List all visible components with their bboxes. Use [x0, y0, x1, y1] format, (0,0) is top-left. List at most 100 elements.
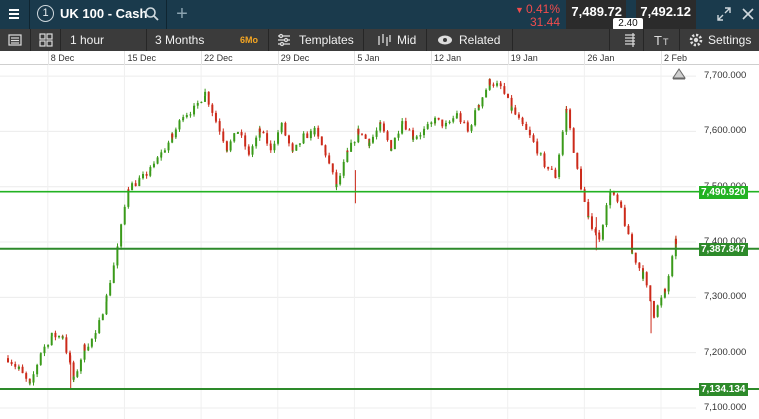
candle-down: [649, 285, 652, 302]
candle-up: [58, 335, 61, 338]
interval-selector[interactable]: 1 hour: [70, 29, 104, 51]
templates-icon[interactable]: [276, 32, 292, 48]
candle-down: [324, 152, 327, 156]
candle-down: [536, 141, 539, 154]
search-icon[interactable]: [144, 6, 160, 22]
candle-down: [262, 131, 265, 134]
toolbar-divider: [679, 29, 680, 51]
candle-up: [156, 157, 159, 164]
close-icon[interactable]: [740, 6, 756, 22]
candle-up: [112, 265, 115, 283]
candle-down: [21, 366, 24, 374]
candle-down: [225, 141, 228, 151]
settings-button[interactable]: Settings: [708, 29, 751, 51]
level-price-tag[interactable]: 7,134.134: [699, 383, 748, 397]
candle-up: [601, 225, 604, 240]
candle-down: [258, 128, 261, 132]
candle-up: [346, 150, 349, 162]
layout-icon[interactable]: [7, 32, 23, 48]
candle-up: [105, 295, 108, 302]
gear-icon[interactable]: [688, 32, 704, 48]
header-divider: [166, 0, 167, 29]
candle-down: [306, 133, 309, 139]
candle-down: [517, 114, 520, 118]
candle-up: [174, 129, 177, 138]
text-size-icon[interactable]: TT: [653, 32, 673, 48]
candle-up: [353, 142, 356, 144]
candle-down: [547, 166, 550, 169]
candle-up: [587, 216, 590, 218]
candle-down: [598, 234, 601, 240]
candle-down: [569, 109, 572, 129]
candle-up: [291, 150, 294, 152]
candle-up: [667, 276, 670, 292]
candle-down: [631, 234, 634, 253]
candle-down: [477, 105, 480, 107]
price-chart[interactable]: 7,700.0007,600.0007,500.0007,400.0007,30…: [0, 65, 759, 419]
candle-down: [14, 364, 17, 367]
candle-up: [163, 150, 166, 153]
candle-down: [244, 135, 247, 147]
candle-up: [474, 110, 477, 126]
indicator-icon[interactable]: [622, 32, 638, 48]
candle-up: [412, 138, 415, 140]
time-tick-label: 15 Dec: [127, 53, 156, 63]
candle-down: [54, 332, 57, 338]
current-price-tag[interactable]: 7,490.920: [699, 185, 748, 199]
level-price-tag[interactable]: 7,387.847: [699, 242, 748, 256]
candle-down: [291, 143, 294, 151]
svg-text:T: T: [654, 33, 662, 48]
instrument-name[interactable]: UK 100 - Cash: [60, 6, 147, 21]
candle-down: [572, 128, 575, 153]
range-badge[interactable]: 6Mo: [240, 35, 258, 45]
bar-chart-icon[interactable]: [376, 32, 392, 48]
candle-up: [510, 107, 513, 111]
candle-up: [251, 146, 254, 155]
candle-up: [28, 382, 31, 384]
time-tick-mark: [661, 51, 662, 65]
candle-up: [152, 163, 155, 168]
candle-down: [10, 362, 13, 365]
candle-up: [43, 346, 46, 354]
candle-up: [313, 127, 316, 135]
candle-down: [386, 131, 389, 141]
price-type-selector[interactable]: Mid: [397, 29, 416, 51]
candle-up: [605, 205, 608, 226]
chart-canvas[interactable]: [0, 65, 759, 419]
add-icon[interactable]: +: [170, 2, 194, 26]
candle-down: [463, 122, 466, 124]
candle-down: [145, 173, 148, 176]
candle-down: [218, 121, 221, 132]
time-axis: 8 Dec 15 Dec 22 Dec 29 Dec 5 Jan 12 Jan 19 Jan…: [0, 51, 759, 65]
expand-icon[interactable]: [716, 6, 732, 22]
scroll-to-latest-icon[interactable]: [671, 66, 687, 80]
buy-price-button[interactable]: 7,492.12: [636, 0, 696, 29]
candle-down: [664, 289, 666, 292]
candle-up: [415, 136, 418, 139]
time-tick-label: 2 Feb: [664, 53, 688, 63]
candle-down: [320, 136, 323, 146]
candle-down: [324, 145, 327, 153]
candle-down: [616, 194, 619, 202]
templates-button[interactable]: Templates: [299, 29, 354, 51]
range-selector[interactable]: 3 Months: [155, 29, 204, 51]
candle-up: [233, 133, 236, 142]
candle-up: [167, 142, 170, 151]
candle-up: [76, 371, 79, 377]
related-button[interactable]: Related: [459, 29, 500, 51]
grid-icon[interactable]: [38, 32, 54, 48]
candle-up: [339, 175, 342, 185]
candle-up: [87, 346, 90, 351]
candle-down: [528, 129, 531, 136]
candle-up: [123, 206, 126, 225]
candle-up: [189, 114, 192, 116]
link-icon[interactable]: [437, 32, 453, 48]
menu-icon[interactable]: [3, 3, 25, 25]
candle-down: [554, 177, 557, 179]
candle-up: [79, 359, 82, 372]
candle-up: [481, 97, 484, 107]
toolbar-divider: [609, 29, 610, 51]
candle-down: [532, 140, 535, 142]
change-absolute: 31.44: [529, 15, 560, 29]
candle-up: [470, 125, 473, 131]
